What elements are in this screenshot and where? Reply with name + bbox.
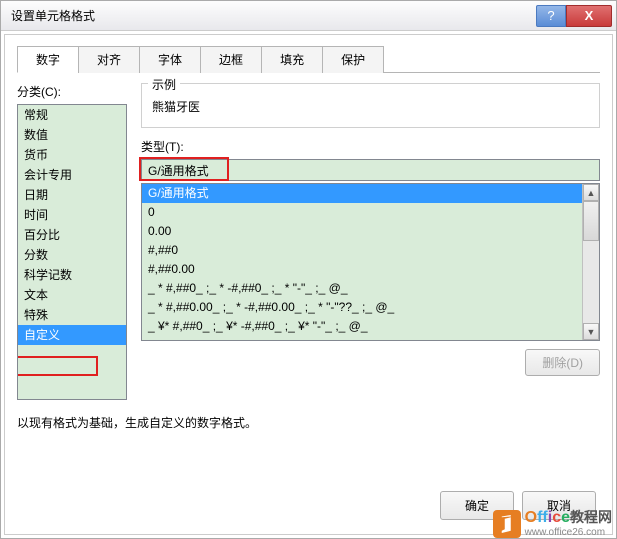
type-label: 类型(T): [141, 138, 600, 155]
list-item[interactable]: 会计专用 [18, 165, 126, 185]
list-item[interactable]: 日期 [18, 185, 126, 205]
dialog-title: 设置单元格格式 [11, 7, 536, 24]
help-button[interactable]: ? [536, 5, 566, 27]
sample-group: 示例 熊猫牙医 [141, 83, 600, 128]
tab-strip: 数字 对齐 字体 边框 填充 保护 [17, 45, 600, 73]
list-item[interactable]: _ ¥* #,##0_ ;_ ¥* -#,##0_ ;_ ¥* "-"_ ;_ … [142, 317, 582, 336]
list-item[interactable]: 分数 [18, 245, 126, 265]
tab-number[interactable]: 数字 [17, 46, 79, 73]
scroll-track[interactable] [583, 241, 599, 323]
tab-fill[interactable]: 填充 [261, 46, 323, 73]
ok-button[interactable]: 确定 [440, 491, 514, 520]
sample-value: 熊猫牙医 [152, 98, 589, 115]
delete-button[interactable]: 删除(D) [525, 349, 600, 376]
cancel-button[interactable]: 取消 [522, 491, 596, 520]
list-item[interactable]: _ * #,##0_ ;_ * -#,##0_ ;_ * "-"_ ;_ @_ [142, 279, 582, 298]
list-item[interactable]: 常规 [18, 105, 126, 125]
hint-text: 以现有格式为基础，生成自定义的数字格式。 [17, 414, 600, 431]
list-item[interactable]: 时间 [18, 205, 126, 225]
list-item[interactable]: 数值 [18, 125, 126, 145]
list-item[interactable]: _ ¥* #,##0.00_ ;_ ¥* -#,##0.00_ ;_ ¥* "-… [142, 336, 582, 340]
list-item[interactable]: 0.00 [142, 222, 582, 241]
annotation-highlight [17, 356, 98, 376]
category-listbox[interactable]: 常规 数值 货币 会计专用 日期 时间 百分比 分数 科学记数 文本 特殊 自定… [17, 104, 127, 400]
list-item[interactable]: 百分比 [18, 225, 126, 245]
tab-border[interactable]: 边框 [200, 46, 262, 73]
scrollbar[interactable]: ▲ ▼ [582, 184, 599, 340]
list-item[interactable]: 特殊 [18, 305, 126, 325]
tab-alignment[interactable]: 对齐 [78, 46, 140, 73]
sample-label: 示例 [148, 76, 180, 93]
tab-font[interactable]: 字体 [139, 46, 201, 73]
format-listbox[interactable]: G/通用格式 0 0.00 #,##0 #,##0.00 _ * #,##0_ … [141, 183, 600, 341]
list-item[interactable]: G/通用格式 [142, 184, 582, 203]
scroll-down-icon[interactable]: ▼ [583, 323, 599, 340]
list-item[interactable]: 科学记数 [18, 265, 126, 285]
list-item[interactable]: 货币 [18, 145, 126, 165]
list-item[interactable]: #,##0 [142, 241, 582, 260]
list-item[interactable]: 0 [142, 203, 582, 222]
list-item-custom[interactable]: 自定义 [18, 325, 126, 345]
titlebar: 设置单元格格式 ? X [1, 1, 616, 31]
scroll-up-icon[interactable]: ▲ [583, 184, 599, 201]
list-item[interactable]: _ * #,##0.00_ ;_ * -#,##0.00_ ;_ * "-"??… [142, 298, 582, 317]
scroll-thumb[interactable] [583, 201, 599, 241]
tab-protection[interactable]: 保护 [322, 46, 384, 73]
list-item[interactable]: #,##0.00 [142, 260, 582, 279]
close-button[interactable]: X [566, 5, 612, 27]
type-input[interactable] [141, 159, 600, 181]
list-item[interactable]: 文本 [18, 285, 126, 305]
category-label: 分类(C): [17, 83, 127, 100]
